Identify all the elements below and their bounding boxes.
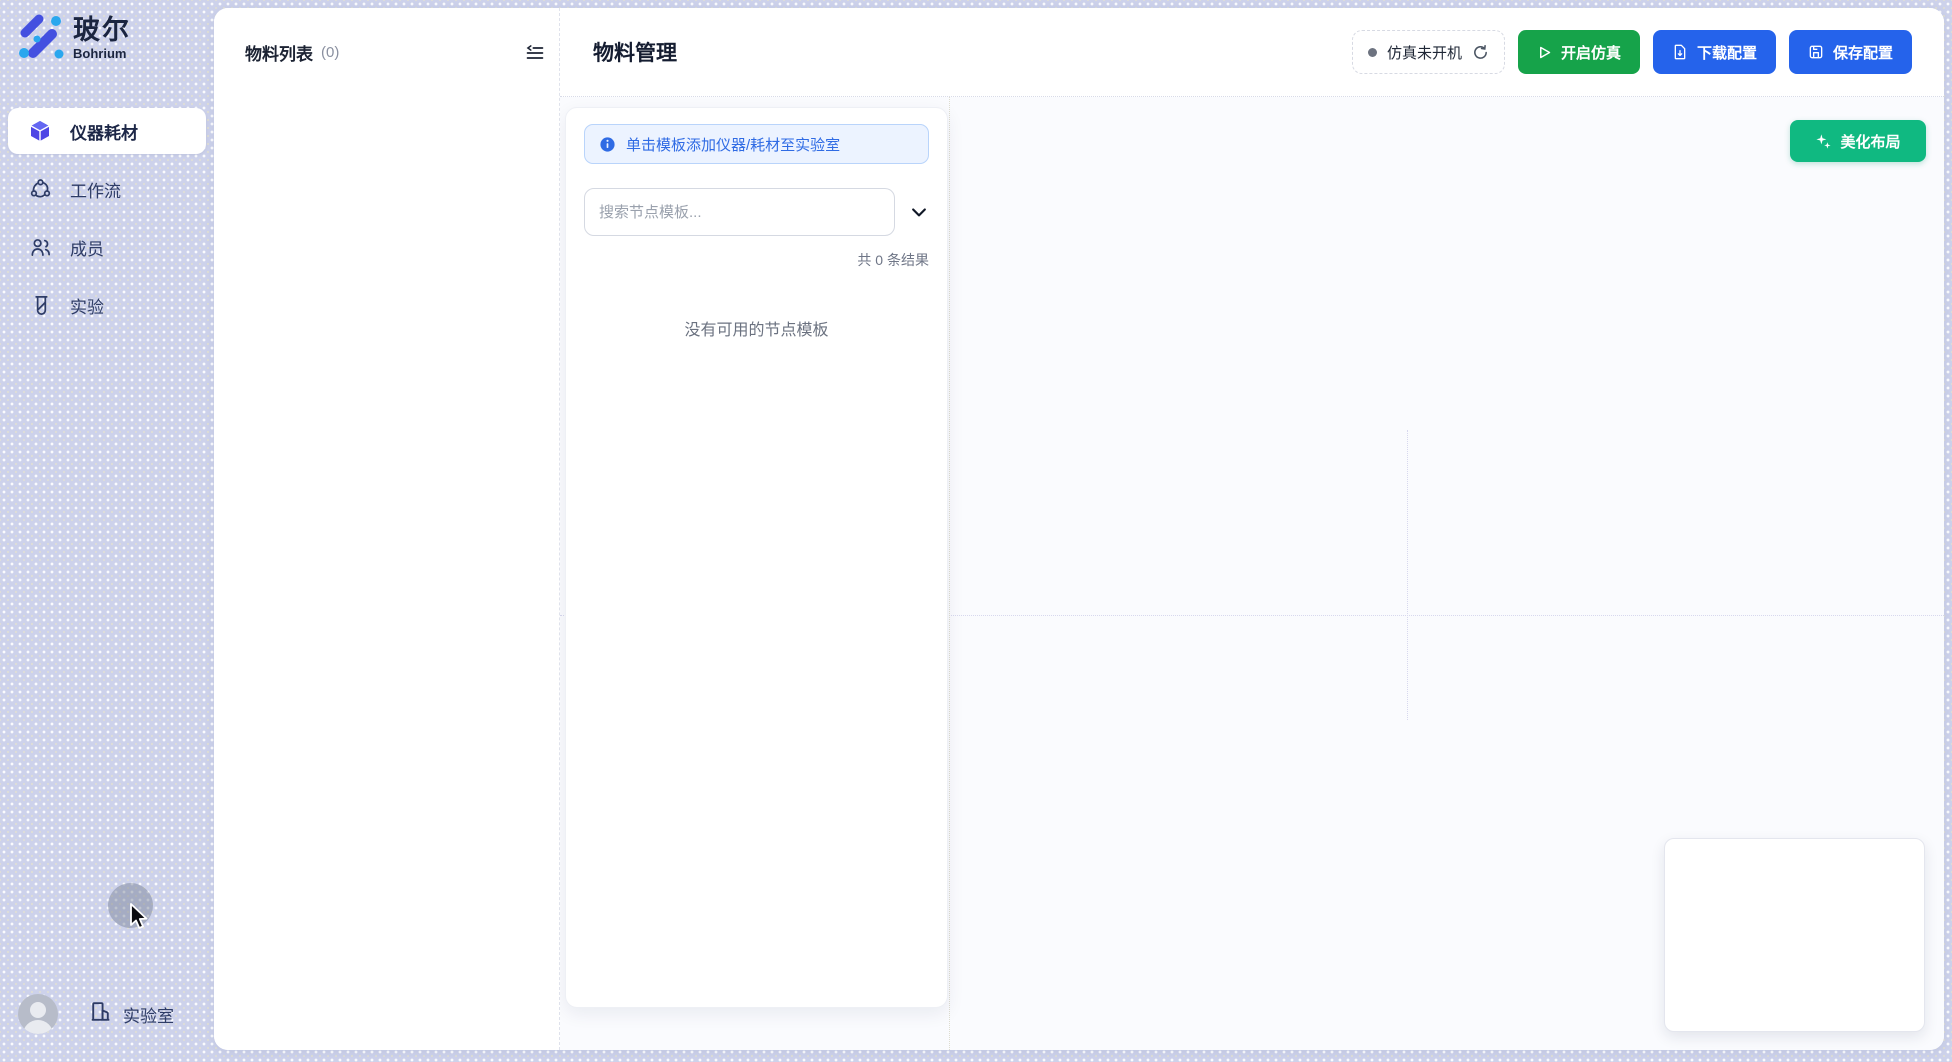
canvas-guide-vertical-right [1407, 430, 1408, 720]
brand-name-en: Bohrium [73, 46, 131, 61]
canvas-guide-vertical-left [949, 97, 950, 1050]
members-icon [28, 235, 52, 259]
minimap-panel[interactable] [1664, 838, 1925, 1032]
material-list-title: 物料列表 [245, 40, 313, 65]
template-search-row [584, 188, 929, 236]
template-search-input[interactable] [584, 188, 895, 236]
collapse-panel-icon[interactable] [525, 43, 545, 63]
beautify-layout-label: 美化布局 [1840, 131, 1900, 152]
main-card: 物料列表 (0) 物料管理 仿真未开机 [214, 8, 1944, 1050]
template-hint-banner: 单击模板添加仪器/耗材至实验室 [584, 124, 929, 164]
building-icon [88, 999, 113, 1029]
template-picker-panel: 单击模板添加仪器/耗材至实验室 共 0 条结果 没有可用的节点模板 [565, 107, 948, 1008]
content-header: 物料管理 仿真未开机 [560, 8, 1944, 97]
sparkles-icon [1815, 133, 1832, 150]
sidebar-footer: 实验室 [18, 994, 174, 1034]
template-hint-text: 单击模板添加仪器/耗材至实验室 [626, 134, 840, 155]
sidebar-item-label: 成员 [70, 235, 104, 260]
chevron-down-icon[interactable] [909, 202, 929, 222]
sim-status-label: 仿真未开机 [1387, 42, 1462, 63]
sidebar-item-experiments[interactable]: 实验 [8, 282, 206, 328]
empty-templates-text: 没有可用的节点模板 [584, 316, 929, 340]
workflow-icon [28, 177, 52, 201]
mouse-cursor [125, 901, 151, 936]
search-result-count: 共 0 条结果 [584, 250, 929, 270]
test-tube-icon [28, 293, 52, 317]
material-list-header: 物料列表 (0) [245, 40, 545, 65]
start-simulation-label: 开启仿真 [1561, 42, 1621, 63]
bohrium-logo-icon [16, 12, 64, 65]
beautify-layout-button[interactable]: 美化布局 [1790, 120, 1926, 162]
download-config-button[interactable]: 下载配置 [1653, 30, 1776, 74]
sidebar: 玻尔 Bohrium 仪器耗材 [0, 0, 214, 1062]
sidebar-nav: 仪器耗材 工作流 [8, 108, 206, 328]
page-title: 物料管理 [593, 37, 677, 67]
file-download-icon [1672, 44, 1688, 60]
brand: 玻尔 Bohrium [16, 12, 131, 65]
app-root: 玻尔 Bohrium 仪器耗材 [0, 0, 1952, 1062]
sim-status-chip[interactable]: 仿真未开机 [1352, 30, 1505, 74]
header-actions: 仿真未开机 开启仿真 [1352, 30, 1912, 74]
start-simulation-button[interactable]: 开启仿真 [1518, 30, 1640, 74]
layout-canvas[interactable]: 单击模板添加仪器/耗材至实验室 共 0 条结果 没有可用的节点模板 [560, 97, 1944, 1050]
cube-icon [28, 119, 52, 143]
brand-text: 玻尔 Bohrium [73, 16, 131, 62]
sidebar-item-label: 仪器耗材 [70, 119, 138, 144]
lab-switcher[interactable]: 实验室 [88, 999, 174, 1029]
brand-name-zh: 玻尔 [73, 16, 131, 46]
material-list-count: (0) [321, 44, 339, 61]
info-icon [599, 136, 616, 153]
material-list-panel: 物料列表 (0) [214, 8, 560, 1050]
save-icon [1808, 44, 1824, 60]
play-icon [1537, 45, 1552, 60]
save-config-label: 保存配置 [1833, 42, 1893, 63]
status-dot-icon [1368, 48, 1377, 57]
lab-label: 实验室 [123, 1002, 174, 1027]
save-config-button[interactable]: 保存配置 [1789, 30, 1912, 74]
refresh-icon[interactable] [1472, 44, 1489, 61]
sidebar-item-instruments[interactable]: 仪器耗材 [8, 108, 206, 154]
download-config-label: 下载配置 [1697, 42, 1757, 63]
sidebar-item-members[interactable]: 成员 [8, 224, 206, 270]
sidebar-item-label: 实验 [70, 293, 104, 318]
sidebar-item-workflow[interactable]: 工作流 [8, 166, 206, 212]
user-avatar[interactable] [18, 994, 58, 1034]
sidebar-item-label: 工作流 [70, 177, 121, 202]
